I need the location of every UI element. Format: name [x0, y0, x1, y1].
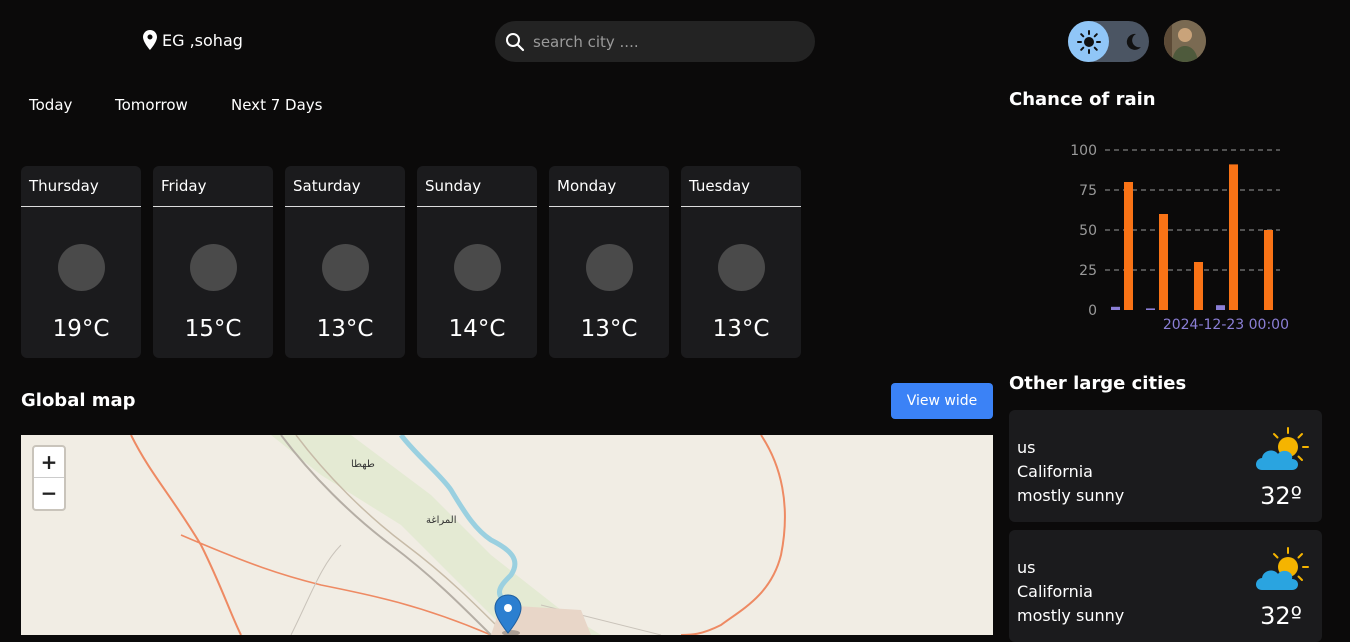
forecast-temp: 19°C — [52, 316, 110, 342]
forecast-card[interactable]: Thursday 19°C — [21, 166, 141, 358]
city-card[interactable]: us California mostly sunny 32º — [1009, 410, 1322, 522]
divider — [21, 206, 141, 207]
search-input[interactable] — [531, 31, 795, 52]
weather-icon-placeholder — [718, 244, 765, 291]
city-country: us — [1017, 438, 1036, 457]
map-place-label: المراغة — [426, 515, 457, 526]
forecast-card[interactable]: Monday 13°C — [549, 166, 669, 358]
avatar[interactable] — [1164, 20, 1206, 62]
location-display: EG ,sohag — [143, 30, 243, 50]
y-tick-label: 100 — [1070, 143, 1097, 159]
weather-icon-placeholder — [58, 244, 105, 291]
forecast-temp: 13°C — [580, 316, 638, 342]
sun-icon[interactable] — [1068, 21, 1109, 62]
divider — [153, 206, 273, 207]
zoom-control: + − — [32, 445, 66, 511]
map-place-label: طهطا — [351, 459, 375, 470]
rain-bar[interactable] — [1124, 182, 1133, 310]
rain-bar[interactable] — [1264, 230, 1273, 310]
moon-icon[interactable] — [1116, 21, 1149, 62]
map-tiles[interactable]: طهطا المراغة — [21, 435, 993, 635]
forecast-temp: 15°C — [184, 316, 242, 342]
city-temp: 32º — [1260, 602, 1302, 630]
search-bar[interactable] — [495, 21, 815, 62]
rain-chart-title: Chance of rain — [1009, 89, 1156, 110]
forecast-card[interactable]: Sunday 14°C — [417, 166, 537, 358]
forecast-day: Friday — [161, 177, 207, 195]
partly-sunny-icon — [1256, 547, 1309, 590]
city-condition: mostly sunny — [1017, 606, 1125, 625]
x-tick-label: 2024-12-23 00:00 — [1163, 317, 1289, 333]
map-title: Global map — [21, 390, 136, 411]
view-wide-button[interactable]: View wide — [891, 383, 993, 419]
city-name: California — [1017, 582, 1093, 601]
rain-bar[interactable] — [1146, 308, 1155, 310]
partly-sunny-icon — [1256, 427, 1309, 470]
city-name: California — [1017, 462, 1093, 481]
theme-toggle[interactable] — [1068, 21, 1149, 62]
location-pin-icon — [143, 30, 157, 50]
weather-icon-placeholder — [454, 244, 501, 291]
divider — [681, 206, 801, 207]
zoom-out-button[interactable]: − — [34, 478, 64, 508]
forecast-day: Monday — [557, 177, 617, 195]
location-label: EG ,sohag — [162, 30, 243, 50]
y-tick-label: 50 — [1079, 223, 1097, 239]
city-country: us — [1017, 558, 1036, 577]
forecast-temp: 13°C — [712, 316, 770, 342]
rain-chart: 0 25 50 75 100 2024-12-23 00:00 — [1070, 143, 1289, 333]
zoom-in-button[interactable]: + — [34, 447, 64, 478]
y-tick-label: 25 — [1079, 263, 1097, 279]
cities-title: Other large cities — [1009, 373, 1187, 394]
weather-icon-placeholder — [190, 244, 237, 291]
forecast-card[interactable]: Saturday 13°C — [285, 166, 405, 358]
forecast-day: Saturday — [293, 177, 361, 195]
forecast-card[interactable]: Tuesday 13°C — [681, 166, 801, 358]
forecast-day: Sunday — [425, 177, 482, 195]
city-condition: mostly sunny — [1017, 486, 1125, 505]
divider — [549, 206, 669, 207]
weather-icon-placeholder — [322, 244, 369, 291]
tab-today[interactable]: Today — [29, 96, 72, 114]
map-view[interactable]: طهطا المراغة + − — [21, 435, 993, 635]
y-tick-label: 75 — [1079, 183, 1097, 199]
rain-bar[interactable] — [1194, 262, 1203, 310]
divider — [417, 206, 537, 207]
city-temp: 32º — [1260, 482, 1302, 510]
forecast-day: Thursday — [29, 177, 99, 195]
y-tick-label: 0 — [1088, 303, 1097, 319]
tab-tomorrow[interactable]: Tomorrow — [115, 96, 188, 114]
divider — [285, 206, 405, 207]
forecast-temp: 14°C — [448, 316, 506, 342]
rain-bar[interactable] — [1216, 305, 1225, 310]
forecast-temp: 13°C — [316, 316, 374, 342]
weather-icon-placeholder — [586, 244, 633, 291]
search-icon — [505, 32, 525, 52]
forecast-card[interactable]: Friday 15°C — [153, 166, 273, 358]
rain-bar[interactable] — [1111, 306, 1120, 310]
tab-next-7-days[interactable]: Next 7 Days — [231, 96, 322, 114]
rain-bar[interactable] — [1229, 164, 1238, 310]
city-card[interactable]: us California mostly sunny 32º — [1009, 530, 1322, 642]
rain-bar[interactable] — [1159, 214, 1168, 310]
forecast-day: Tuesday — [689, 177, 751, 195]
